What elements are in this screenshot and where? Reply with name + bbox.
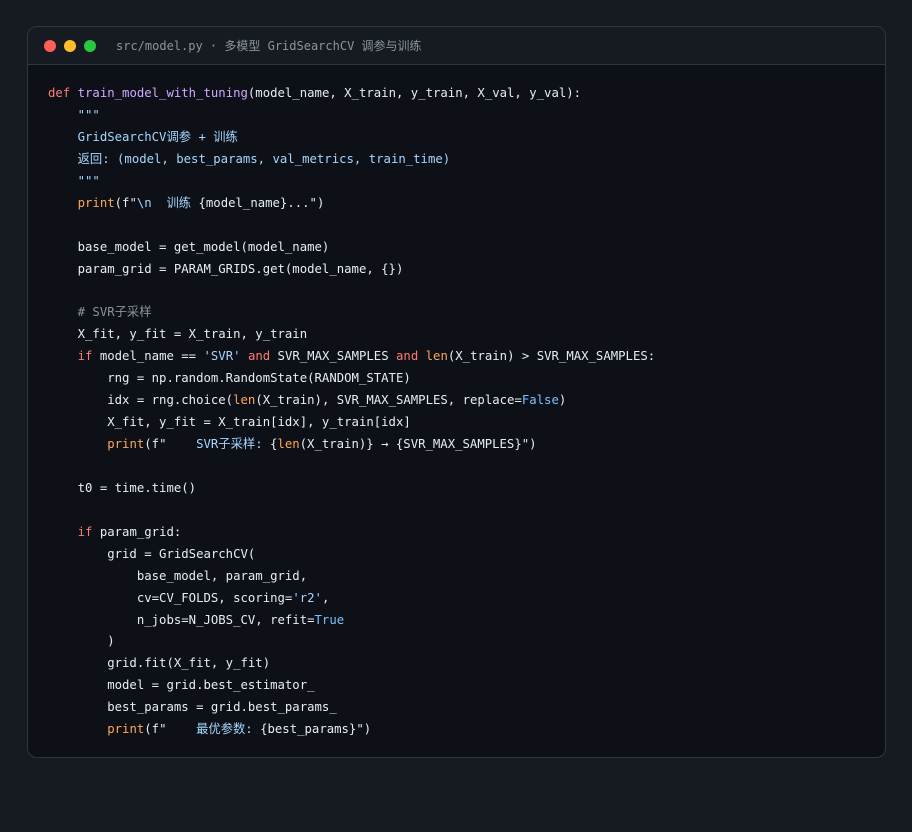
code-line: print(f" 最优参数: {best_params}") [48,719,655,741]
code-token: False [521,393,559,408]
code-token: True [314,612,345,627]
code-token: {model_name}...") [198,195,325,210]
code-token: n_jobs=N_JOBS_CV, refit= [48,612,315,627]
code-line: model = grid.best_estimator_ [48,675,655,697]
code-token: X_fit, y_fit = X_train[idx], y_train[idx… [48,415,411,430]
code-line: grid.fit(X_fit, y_fit) [48,653,655,675]
code-token: print [77,195,115,210]
minimize-dot-icon[interactable] [64,39,76,52]
code-window: src/model.py · 多模型 GridSearchCV 调参与训练 de… [27,26,886,758]
code-token: cv=CV_FOLDS, scoring= [48,590,293,605]
code-token: ) [48,634,115,649]
code-token: len [277,437,300,451]
code-token: and [247,349,271,364]
code-line: print(f"\n 训练 {model_name}...") [48,193,655,215]
code-token: len [425,349,448,364]
code-token: best_params = grid.best_params_ [48,700,337,715]
code-line: """ [48,105,655,127]
code-token: train_model_with_tuning [77,86,248,100]
code-token: , [321,590,330,605]
maximize-dot-icon[interactable] [84,39,96,52]
code-token: idx = rng.choice( [48,393,234,408]
code-token: model = grid.best_estimator_ [48,678,315,693]
code-line: if param_grid: [48,522,655,544]
window-title: src/model.py · 多模型 GridSearchCV 调参与训练 [116,39,422,53]
code-token: (f" [144,722,197,737]
code-token: {best_params}") [260,722,372,737]
code-token: ) [558,393,567,408]
code-token: X_fit, y_fit = X_train, y_train [48,327,308,342]
code-token: (X_train)} → {SVR_MAX_SAMPLES}") [299,437,537,451]
code-token: print [107,722,145,737]
code-token: (f" [114,195,137,210]
code-line: n_jobs=N_JOBS_CV, refit=True [48,610,655,632]
code-line: 返回: (model, best_params, val_metrics, tr… [48,149,655,171]
code-token: model_name == [92,349,204,364]
code-token: t0 = time.time() [48,480,197,495]
code-token: (model_name, X_train, y_train, X_val, y_… [247,86,582,100]
code-token: (X_train) > SVR_MAX_SAMPLES: [447,349,656,364]
code-block[interactable]: def train_model_with_tuning(model_name, … [48,83,655,741]
code-token: grid.fit(X_fit, y_fit) [48,656,271,671]
code-token: print [107,437,145,451]
code-token: def [48,86,78,100]
code-line: cv=CV_FOLDS, scoring='r2', [48,588,655,610]
code-line: if model_name == 'SVR' and SVR_MAX_SAMPL… [48,346,656,368]
code-line: X_fit, y_fit = X_train, y_train [48,324,655,346]
code-token: \n 训练 [136,195,199,210]
code-line: def train_model_with_tuning(model_name, … [48,83,655,105]
code-token: rng = np.random.RandomState(RANDOM_STATE… [48,371,411,386]
code-token: and [396,349,419,364]
code-token: GridSearchCV调参 + 训练 [48,129,238,144]
code-token: """ [48,173,100,188]
code-line: GridSearchCV调参 + 训练 [48,127,655,149]
code-token: base_model = get_model(model_name) [48,239,330,254]
code-line: t0 = time.time() [48,478,655,500]
window-titlebar: src/model.py · 多模型 GridSearchCV 调参与训练 [28,27,885,65]
code-token: """ [48,107,100,122]
code-token: if [77,524,93,539]
code-line: rng = np.random.RandomState(RANDOM_STATE… [48,368,655,390]
code-token: SVR_MAX_SAMPLES [270,349,397,364]
code-token: if [77,349,93,364]
code-line: print(f" SVR子采样: {len(X_train)} → {SVR_M… [48,434,655,456]
code-line: X_fit, y_fit = X_train[idx], y_train[idx… [48,412,655,434]
code-token: grid = GridSearchCV( [48,546,256,561]
code-token: param_grid: [92,524,182,539]
code-token: len [233,393,256,408]
code-token: 'SVR' [203,349,241,364]
code-line: base_model, param_grid, [48,566,655,588]
code-token: param_grid = PARAM_GRIDS.get(model_name,… [48,261,404,276]
code-line: idx = rng.choice(len(X_train), SVR_MAX_S… [48,390,655,412]
code-line: # SVR子采样 [48,302,655,324]
code-token: 最优参数: [196,722,261,737]
code-line: grid = GridSearchCV( [48,544,655,566]
code-line: """ [48,171,655,193]
code-token: SVR子采样: [196,437,271,451]
close-dot-icon[interactable] [44,39,56,52]
code-line: ) [48,631,655,653]
code-token: 返回: (model, best_params, val_metrics, tr… [48,151,451,166]
code-line: base_model = get_model(model_name) [48,237,655,259]
code-token: (X_train), SVR_MAX_SAMPLES, replace= [255,393,522,408]
code-line: param_grid = PARAM_GRIDS.get(model_name,… [48,259,655,281]
code-token: 'r2' [292,590,322,605]
code-line: best_params = grid.best_params_ [48,697,655,719]
code-token: (f" [144,437,197,451]
code-token: base_model, param_grid, [48,568,308,583]
code-token: # SVR子采样 [48,305,152,320]
